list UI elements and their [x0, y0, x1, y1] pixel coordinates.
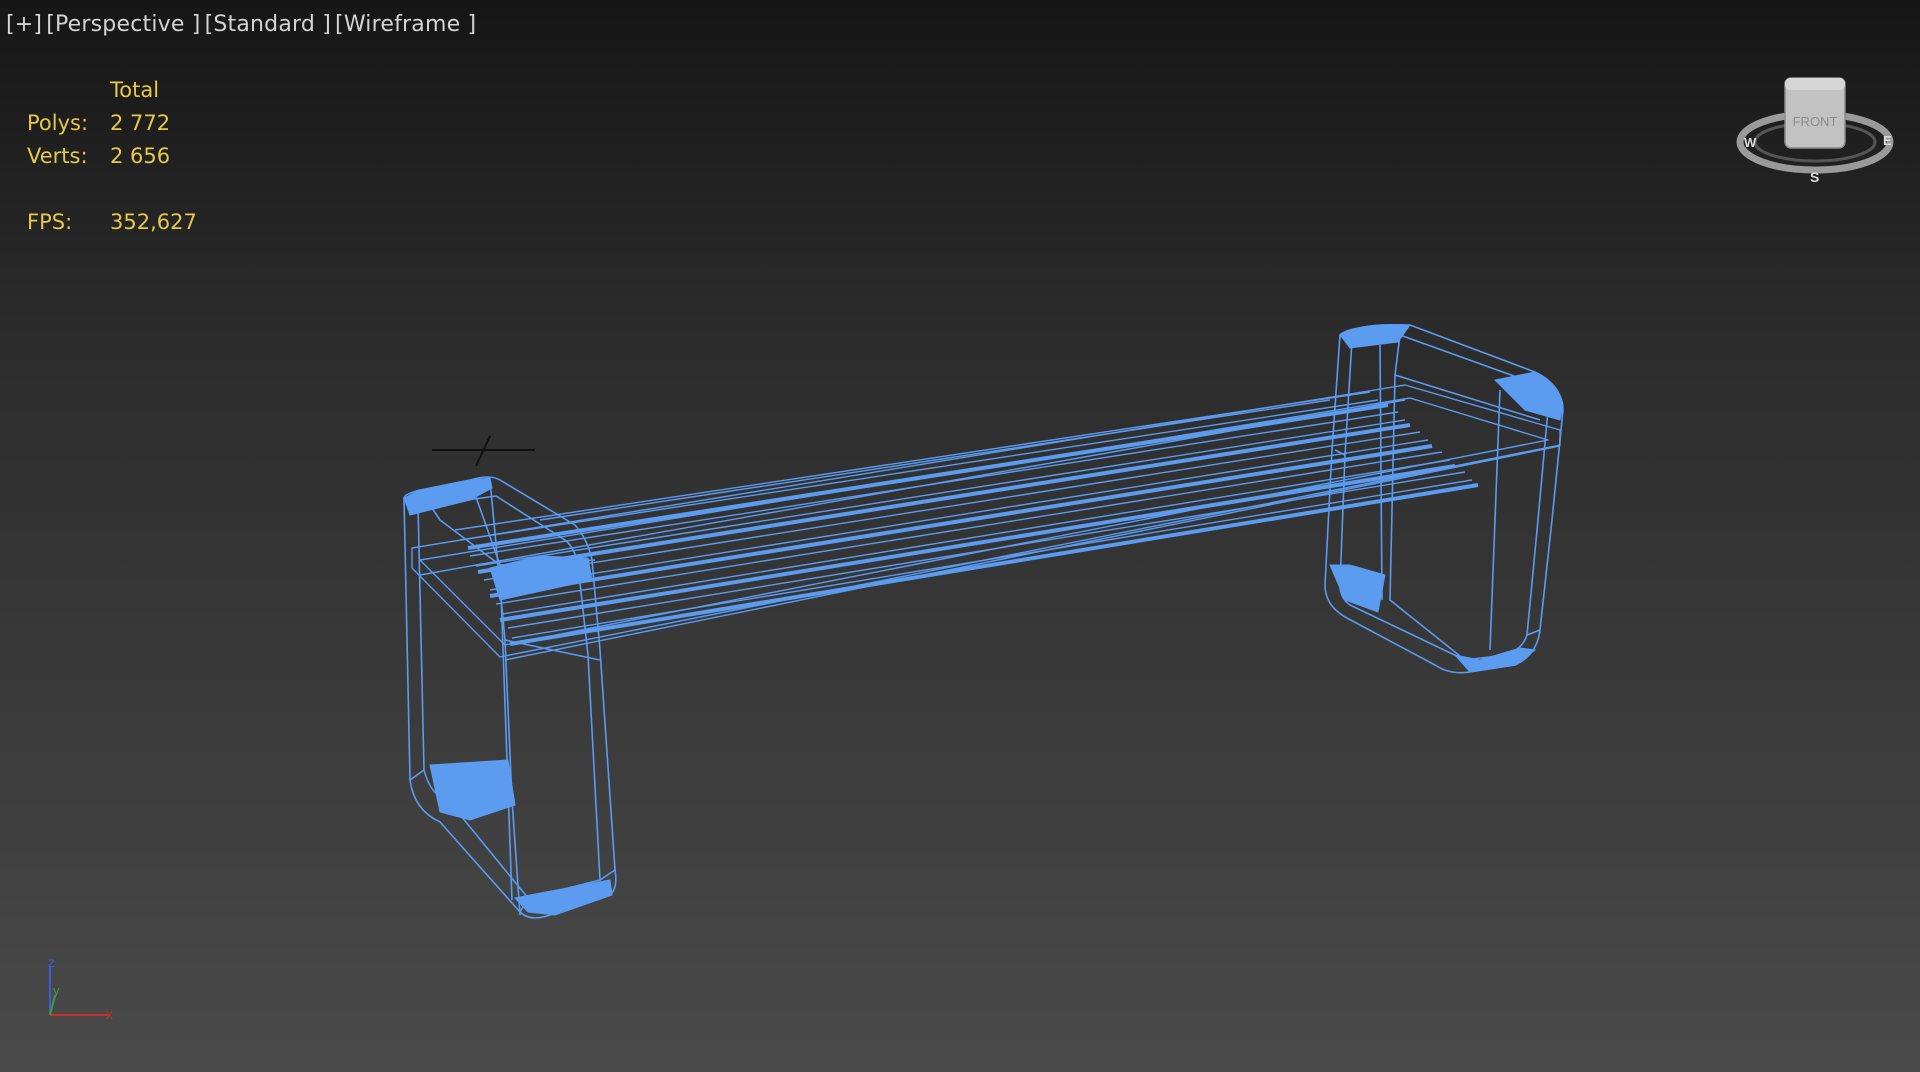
bench-wireframe-model[interactable]: [0, 0, 1920, 1072]
axis-tripod-icon: z y x: [48, 955, 113, 1022]
compass-south-label: S: [1810, 169, 1819, 185]
compass-west-label: W: [1744, 135, 1757, 150]
compass-east-label: E: [1883, 133, 1892, 148]
axis-z-label: z: [48, 955, 55, 970]
axis-y-label: y: [53, 983, 60, 998]
transform-gizmo-cursor-icon: [432, 435, 535, 467]
axis-x-label: x: [106, 1006, 113, 1022]
viewcube-front-label: FRONT: [1793, 114, 1838, 129]
viewcube-icon[interactable]: FRONT W E S: [1730, 70, 1900, 190]
slat-edges: [467, 403, 1479, 646]
perspective-viewport[interactable]: [+] [Perspective ] [Standard ] [Wirefram…: [0, 0, 1920, 1072]
